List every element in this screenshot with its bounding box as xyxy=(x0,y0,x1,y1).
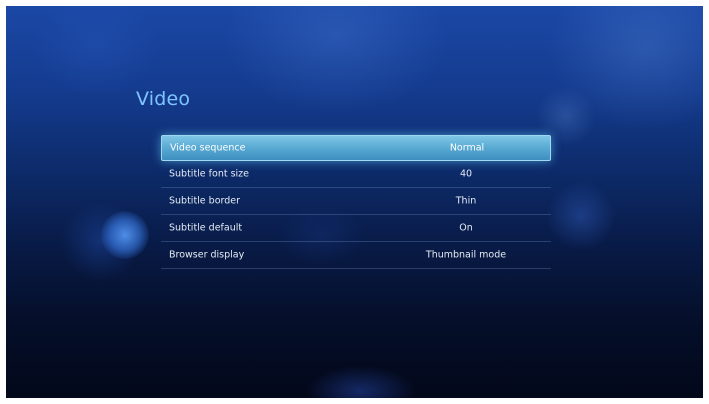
video-settings-screen: Video Video sequence Normal Subtitle fon… xyxy=(6,6,703,398)
setting-value: 40 xyxy=(459,168,473,180)
settings-list: Video sequence Normal Subtitle font size… xyxy=(161,135,551,269)
background-bokeh xyxy=(306,366,416,398)
setting-value: Normal xyxy=(449,142,485,154)
setting-label: Subtitle font size xyxy=(169,168,250,180)
setting-row-video-sequence[interactable]: Video sequence Normal xyxy=(161,135,551,161)
setting-row-browser-display[interactable]: Browser display Thumbnail mode xyxy=(161,242,551,269)
setting-label: Subtitle default xyxy=(169,222,243,234)
setting-row-subtitle-default[interactable]: Subtitle default On xyxy=(161,215,551,242)
setting-value: On xyxy=(459,222,473,234)
setting-row-subtitle-border[interactable]: Subtitle border Thin xyxy=(161,188,551,215)
background-bokeh xyxy=(61,201,141,281)
page-title: Video xyxy=(136,88,191,110)
background-bokeh xyxy=(101,211,149,259)
setting-label: Video sequence xyxy=(170,142,246,154)
setting-label: Browser display xyxy=(169,249,245,261)
setting-value: Thumbnail mode xyxy=(425,249,507,261)
setting-value: Thin xyxy=(455,195,477,207)
background-bokeh xyxy=(546,181,616,251)
setting-label: Subtitle border xyxy=(169,195,241,207)
setting-row-subtitle-font-size[interactable]: Subtitle font size 40 xyxy=(161,161,551,188)
